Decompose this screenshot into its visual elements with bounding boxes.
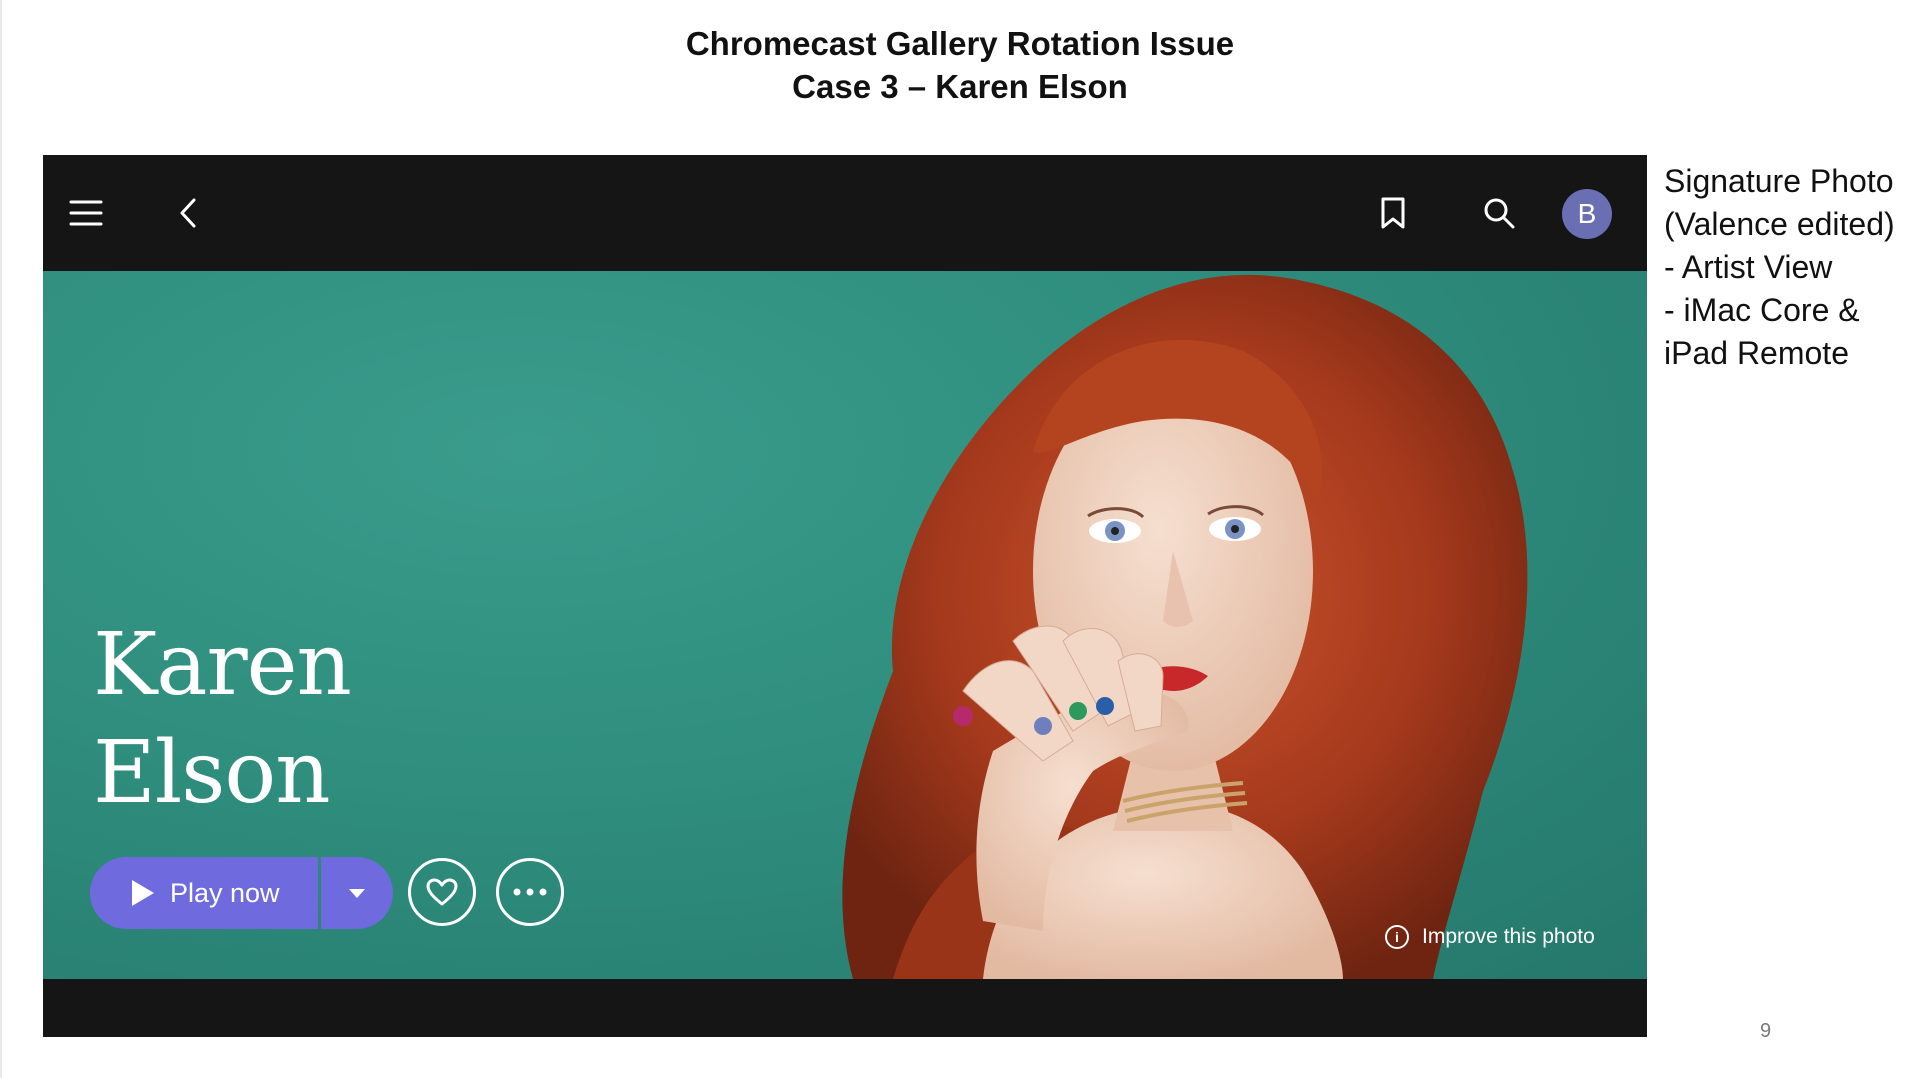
app-screenshot: B Karen Elson Play now i Improve this ph… — [43, 155, 1647, 1037]
bookmark-icon[interactable] — [1368, 188, 1418, 238]
back-chevron-icon[interactable] — [163, 188, 213, 238]
side-note-line: iPad Remote — [1664, 335, 1849, 371]
play-options-dropdown-button[interactable] — [321, 857, 393, 929]
artist-hero: Karen Elson Play now i Improve this phot… — [43, 271, 1647, 979]
artist-photo — [842, 274, 1528, 979]
hamburger-menu-icon[interactable] — [61, 188, 111, 238]
search-icon[interactable] — [1474, 188, 1524, 238]
side-note-line: - iMac Core & — [1664, 292, 1860, 328]
side-note-line: - Artist View — [1664, 249, 1833, 285]
side-note: Signature Photo (Valence edited) - Artis… — [1664, 160, 1920, 375]
improve-photo-label: Improve this photo — [1422, 925, 1595, 948]
improve-photo-link[interactable]: i Improve this photo — [1385, 925, 1595, 949]
play-now-label: Play now — [170, 877, 280, 908]
side-note-line: Signature Photo — [1664, 163, 1894, 199]
more-horizontal-icon — [513, 888, 547, 896]
favorite-button[interactable] — [408, 858, 476, 926]
caret-down-icon — [349, 888, 365, 898]
artist-name-line-2: Elson — [93, 723, 331, 823]
artist-name: Karen Elson — [93, 611, 352, 827]
user-avatar[interactable]: B — [1562, 189, 1612, 239]
info-icon: i — [1385, 925, 1409, 949]
play-button-group: Play now — [90, 857, 393, 929]
page-number: 9 — [1760, 1020, 1772, 1042]
slide-edge — [0, 0, 2, 1078]
slide-title-line-2: Case 3 – Karen Elson — [792, 68, 1128, 105]
artist-name-line-1: Karen — [93, 615, 352, 715]
play-icon — [132, 880, 154, 906]
more-options-button[interactable] — [496, 858, 564, 926]
play-now-button[interactable]: Play now — [90, 857, 318, 929]
side-note-line: (Valence edited) — [1664, 206, 1895, 242]
heart-icon — [426, 878, 458, 906]
slide-title: Chromecast Gallery Rotation Issue Case 3… — [0, 22, 1920, 108]
top-bar: B — [43, 155, 1647, 271]
slide-title-line-1: Chromecast Gallery Rotation Issue — [685, 25, 1235, 62]
